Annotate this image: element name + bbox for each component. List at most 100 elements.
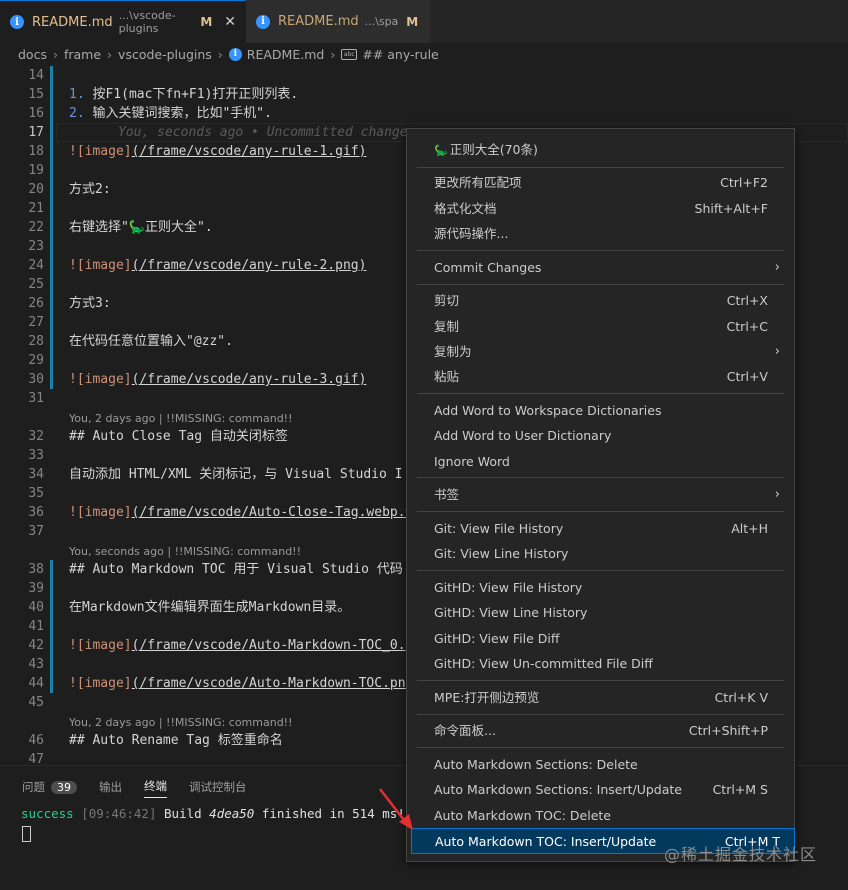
menu-item-any-rule[interactable]: 🦕 正则大全(70条) bbox=[419, 138, 782, 162]
image-link[interactable]: (/frame/vscode/Auto-Markdown-TOC.png bbox=[132, 676, 414, 691]
tab-readme-vscode-plugins[interactable]: i README.md ...\vscode-plugins M ✕ bbox=[0, 0, 246, 43]
menu-item-ignore-word[interactable]: Ignore Word bbox=[419, 450, 782, 474]
editor-line: 16 2. 输入关键词搜索，比如"手机". bbox=[0, 104, 848, 123]
gutter-change-bar bbox=[50, 104, 53, 123]
chevron-right-icon: › bbox=[774, 260, 780, 275]
gutter-change-bar bbox=[50, 199, 53, 218]
image-alt: ![image] bbox=[69, 676, 132, 691]
line-number: 32 bbox=[28, 429, 44, 444]
code-text: 在Markdown文件编辑界面生成Markdown目录。 bbox=[69, 600, 351, 615]
line-number: 23 bbox=[28, 239, 44, 254]
menu-item-change-all-occurrences[interactable]: 更改所有匹配项 Ctrl+F2 bbox=[419, 171, 782, 195]
line-number: 25 bbox=[28, 277, 44, 292]
image-alt: ![image] bbox=[69, 638, 132, 653]
menu-item-githd-file-diff[interactable]: GitHD: View File Diff bbox=[419, 627, 782, 651]
image-link[interactable]: (/frame/vscode/any-rule-1.gif) bbox=[132, 144, 367, 159]
line-number: 18 bbox=[28, 144, 44, 159]
chevron-right-icon: › bbox=[52, 46, 58, 62]
gutter-change-bar bbox=[50, 617, 53, 636]
menu-item-commit-changes[interactable]: Commit Changes › bbox=[419, 256, 782, 280]
menu-item-copy[interactable]: 复制 Ctrl+C bbox=[419, 315, 782, 339]
codelens-blame[interactable]: You, seconds ago | !!MISSING: command!! bbox=[69, 542, 301, 561]
markdown-heading: ## Auto Markdown TOC 用于 Visual Studio 代码 bbox=[69, 562, 403, 577]
list-marker: 2. bbox=[69, 106, 85, 121]
gutter-change-bar bbox=[50, 370, 53, 389]
breadcrumb-docs[interactable]: docs bbox=[18, 47, 47, 62]
image-link[interactable]: (/frame/vscode/any-rule-3.gif) bbox=[132, 372, 367, 387]
menu-item-githd-file-history[interactable]: GitHD: View File History bbox=[419, 576, 782, 600]
tab-problems[interactable]: 问题 39 bbox=[22, 776, 77, 798]
line-number: 38 bbox=[28, 562, 44, 577]
menu-item-githd-line-history[interactable]: GitHD: View Line History bbox=[419, 601, 782, 625]
list-marker: 1. bbox=[69, 87, 85, 102]
chevron-right-icon: › bbox=[330, 46, 336, 62]
line-number: 37 bbox=[28, 524, 44, 539]
line-number: 39 bbox=[28, 581, 44, 596]
gutter-change-bar bbox=[50, 598, 53, 617]
menu-separator bbox=[417, 570, 784, 571]
line-number: 42 bbox=[28, 638, 44, 653]
image-link[interactable]: (/frame/vscode/Auto-Close-Tag.webp.w bbox=[132, 505, 414, 520]
menu-item-githd-uncommitted-diff[interactable]: GitHD: View Un-committed File Diff bbox=[419, 652, 782, 676]
codelens-blame[interactable]: You, 2 days ago | !!MISSING: command!! bbox=[69, 713, 293, 732]
line-number: 24 bbox=[28, 258, 44, 273]
terminal-cursor bbox=[22, 826, 31, 842]
gutter-change-bar bbox=[50, 275, 53, 294]
menu-item-git-file-history[interactable]: Git: View File History Alt+H bbox=[419, 517, 782, 541]
menu-item-cut[interactable]: 剪切 Ctrl+X bbox=[419, 289, 782, 313]
menu-item-bookmarks[interactable]: 书签 › bbox=[419, 483, 782, 507]
breadcrumb: docs › frame › vscode-plugins › i README… bbox=[0, 43, 848, 65]
inline-blame: You, seconds ago • Uncommitted changes bbox=[118, 125, 416, 140]
menu-item-mpe-preview[interactable]: MPE:打开侧边预览 Ctrl+K V bbox=[419, 686, 782, 710]
menu-item-add-user-dict[interactable]: Add Word to User Dictionary bbox=[419, 424, 782, 448]
close-icon[interactable]: ✕ bbox=[224, 14, 236, 30]
gutter-change-bar bbox=[50, 161, 53, 180]
menu-separator bbox=[417, 167, 784, 168]
terminal-output[interactable]: success [09:46:42] Build 4dea50 finished… bbox=[21, 806, 435, 821]
menu-item-sections-insert[interactable]: Auto Markdown Sections: Insert/Update Ctr… bbox=[419, 778, 782, 802]
menu-item-command-palette[interactable]: 命令面板... Ctrl+Shift+P bbox=[419, 719, 782, 743]
gutter-change-bar bbox=[50, 674, 53, 693]
breadcrumb-vscode-plugins[interactable]: vscode-plugins bbox=[118, 47, 212, 62]
menu-separator bbox=[417, 680, 784, 681]
markdown-info-icon: i bbox=[256, 14, 270, 29]
line-number: 30 bbox=[28, 372, 44, 387]
menu-separator bbox=[417, 393, 784, 394]
menu-item-copy-as[interactable]: 复制为 › bbox=[419, 340, 782, 364]
gutter-change-bar bbox=[50, 218, 53, 237]
chevron-right-icon: › bbox=[774, 487, 780, 502]
gutter-change-bar bbox=[50, 351, 53, 370]
menu-item-source-action[interactable]: 源代码操作... bbox=[419, 222, 782, 246]
breadcrumb-symbol[interactable]: ## any-rule bbox=[362, 47, 438, 62]
tab-readme-spa[interactable]: i README.md ...\spa M bbox=[246, 0, 430, 43]
menu-item-paste[interactable]: 粘贴 Ctrl+V bbox=[419, 365, 782, 389]
line-number: 35 bbox=[28, 486, 44, 501]
gutter-change-bar bbox=[50, 636, 53, 655]
line-number: 28 bbox=[28, 334, 44, 349]
symbol-string-icon: abc bbox=[341, 48, 358, 60]
menu-item-format-document[interactable]: 格式化文档 Shift+Alt+F bbox=[419, 197, 782, 221]
terminal-status: success bbox=[21, 806, 74, 821]
code-text: 方式3: bbox=[69, 296, 111, 311]
menu-item-add-workspace-dict[interactable]: Add Word to Workspace Dictionaries bbox=[419, 399, 782, 423]
image-alt: ![image] bbox=[69, 258, 132, 273]
menu-item-toc-delete[interactable]: Auto Markdown TOC: Delete bbox=[419, 804, 782, 828]
breadcrumb-frame[interactable]: frame bbox=[64, 47, 101, 62]
tab-path: ...\spa bbox=[364, 15, 399, 28]
codelens-blame[interactable]: You, 2 days ago | !!MISSING: command!! bbox=[69, 409, 293, 428]
menu-item-sections-delete[interactable]: Auto Markdown Sections: Delete bbox=[419, 753, 782, 777]
menu-item-git-line-history[interactable]: Git: View Line History bbox=[419, 542, 782, 566]
tab-debug-console[interactable]: 调试控制台 bbox=[189, 776, 247, 798]
gutter-change-bar bbox=[50, 332, 53, 351]
tab-terminal[interactable]: 终端 bbox=[144, 776, 167, 798]
breadcrumb-file[interactable]: README.md bbox=[247, 47, 325, 62]
menu-separator bbox=[417, 511, 784, 512]
gutter-change-bar bbox=[50, 560, 53, 579]
gutter-change-bar bbox=[50, 180, 53, 199]
line-number: 36 bbox=[28, 505, 44, 520]
image-link[interactable]: (/frame/vscode/Auto-Markdown-TOC_0.p bbox=[132, 638, 414, 653]
image-link[interactable]: (/frame/vscode/any-rule-2.png) bbox=[132, 258, 367, 273]
image-alt: ![image] bbox=[69, 505, 132, 520]
tab-output[interactable]: 输出 bbox=[99, 776, 122, 798]
line-number: 43 bbox=[28, 657, 44, 672]
